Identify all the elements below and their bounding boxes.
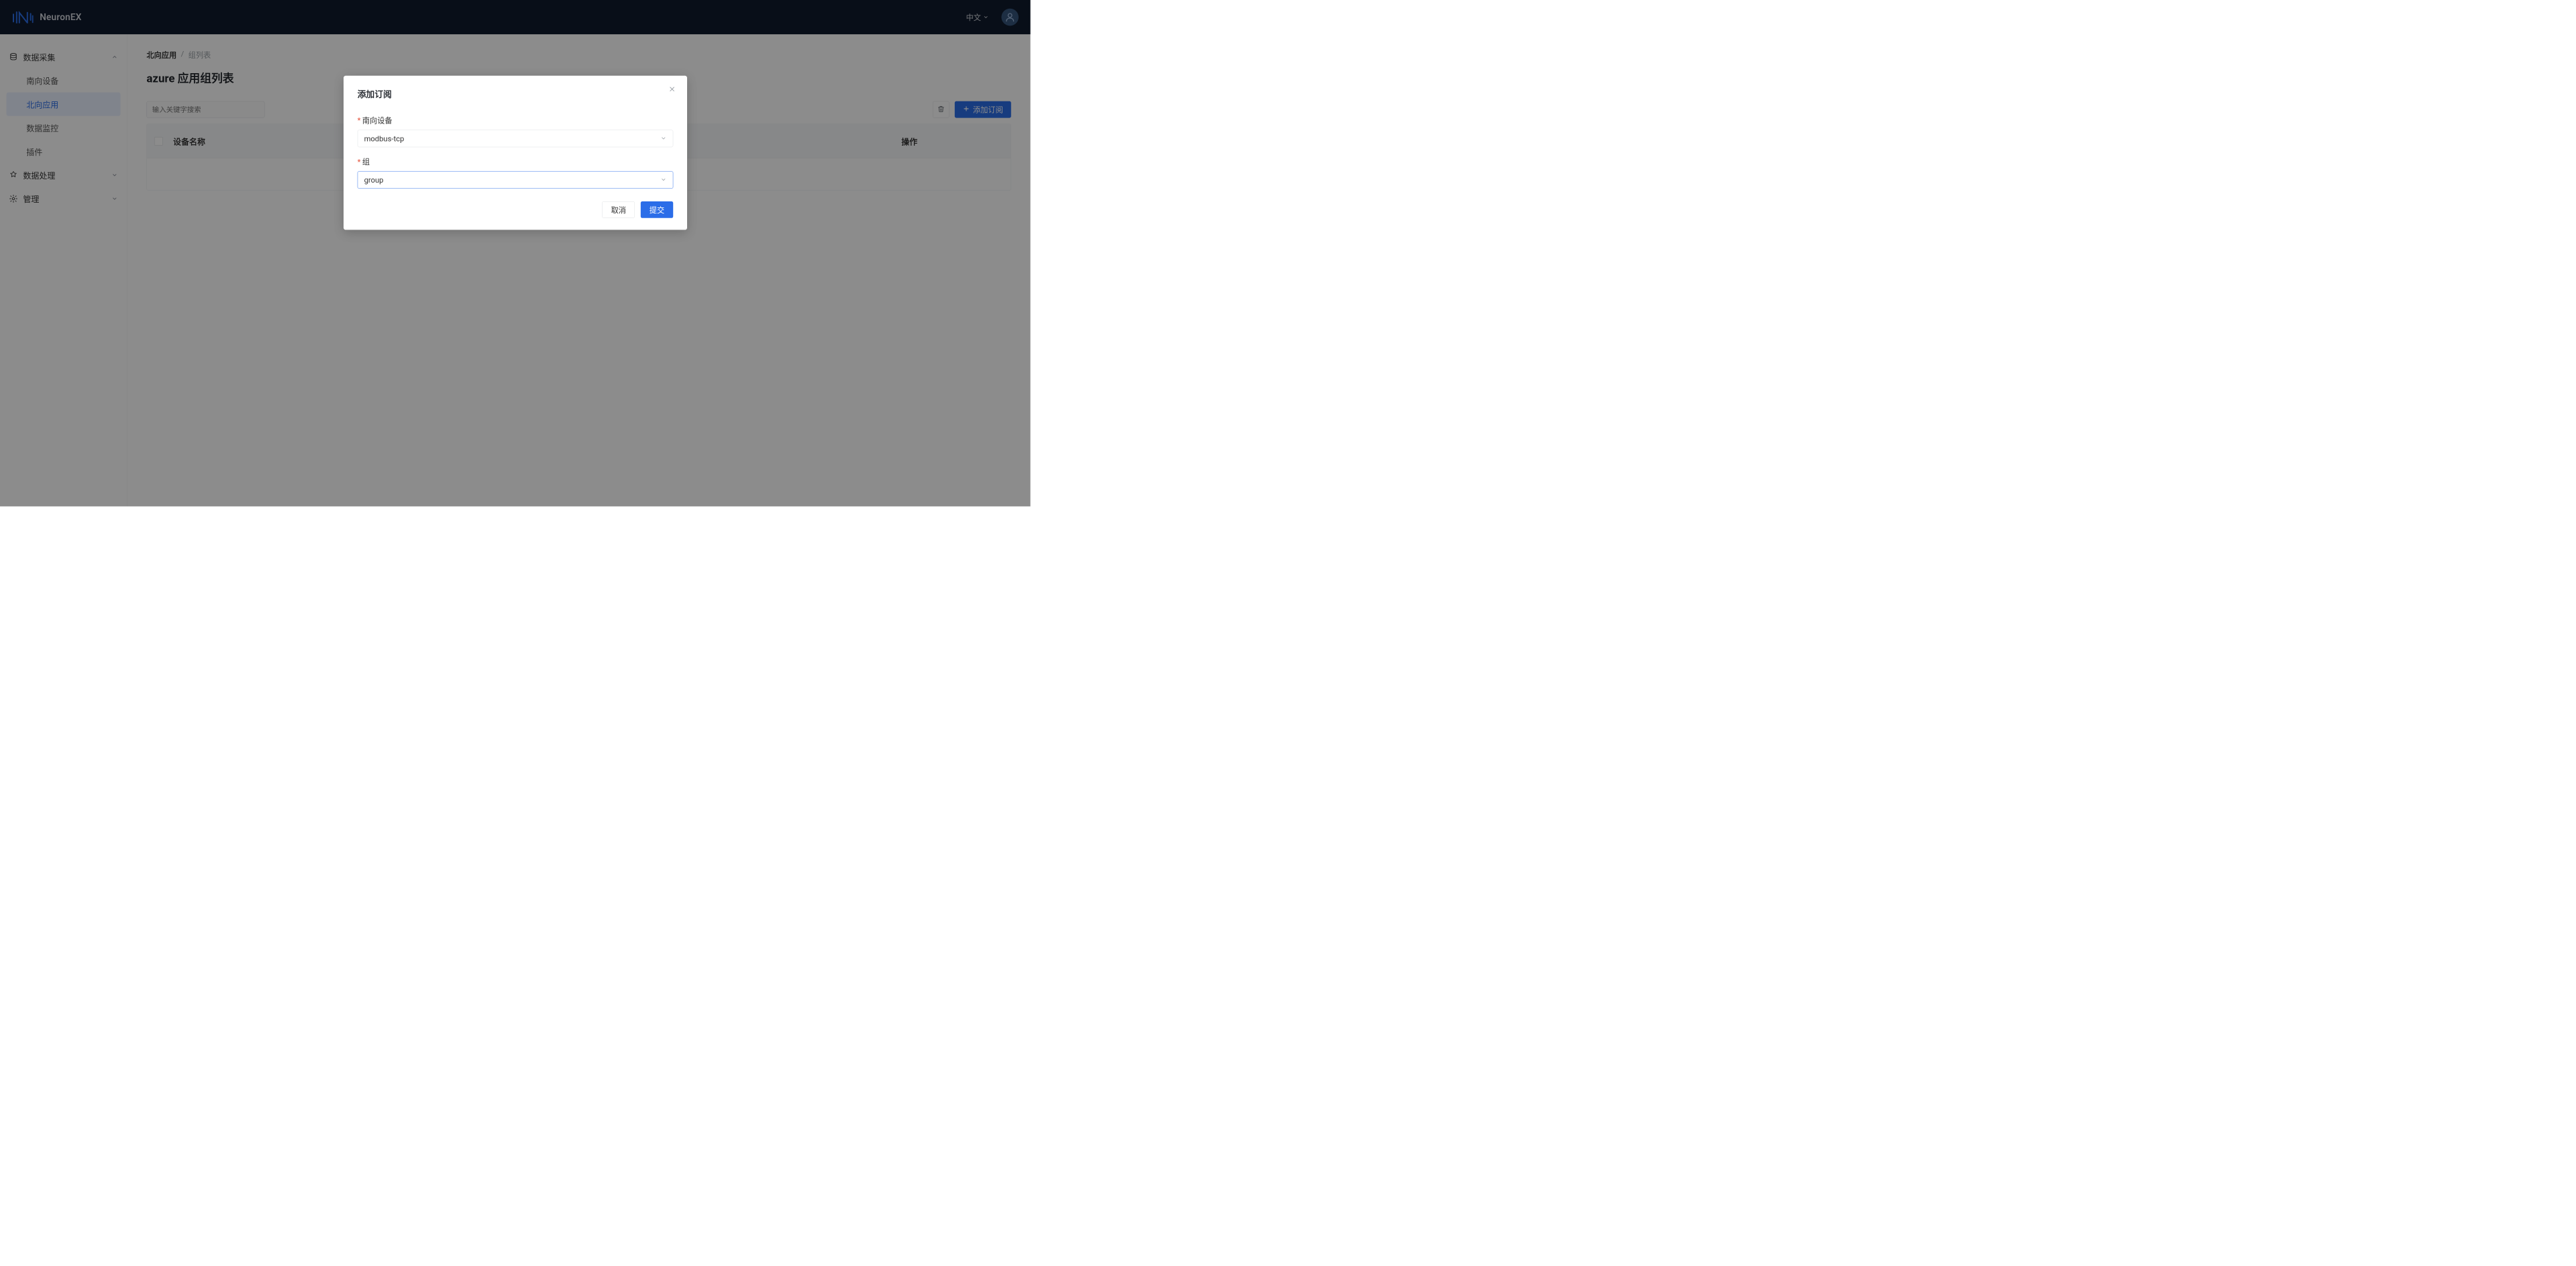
cancel-button[interactable]: 取消 (602, 201, 635, 218)
modal-title: 添加订阅 (358, 87, 673, 99)
label-text: 南向设备 (362, 115, 393, 126)
group-select[interactable]: group (358, 171, 673, 189)
required-marker: * (358, 157, 361, 166)
select-value: modbus-tcp (364, 134, 405, 143)
form-label-south-device: * 南向设备 (358, 115, 673, 126)
add-subscription-modal: 添加订阅 * 南向设备 modbus-tcp (344, 76, 687, 230)
form-row-south-device: * 南向设备 modbus-tcp (358, 115, 673, 147)
modal-overlay[interactable]: 添加订阅 * 南向设备 modbus-tcp (0, 0, 1031, 506)
label-text: 组 (362, 156, 370, 167)
submit-button[interactable]: 提交 (641, 201, 673, 218)
modal-close-button[interactable] (667, 85, 676, 94)
chevron-down-icon (660, 175, 666, 184)
south-device-select[interactable]: modbus-tcp (358, 130, 673, 148)
close-icon (668, 85, 676, 94)
cancel-label: 取消 (611, 204, 626, 215)
chevron-down-icon (660, 134, 666, 143)
form-row-group: * 组 group (358, 156, 673, 189)
required-marker: * (358, 116, 361, 125)
modal-footer: 取消 提交 (358, 201, 673, 218)
submit-label: 提交 (650, 204, 664, 215)
form-label-group: * 组 (358, 156, 673, 167)
app-root: NeuronEX 中文 数据采集 (0, 0, 1031, 506)
select-value: group (364, 175, 384, 184)
